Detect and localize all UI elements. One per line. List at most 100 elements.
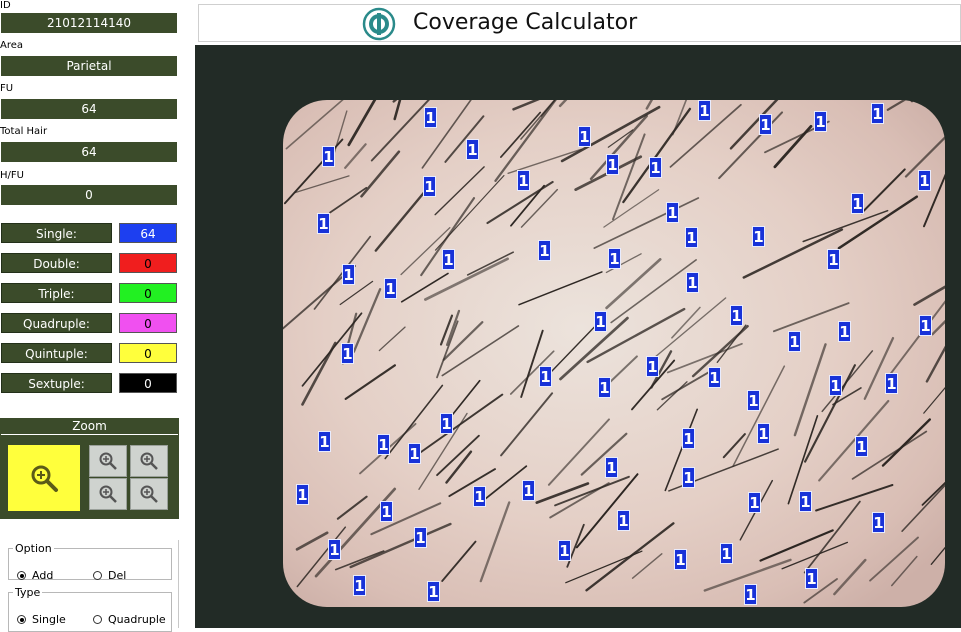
quintuple-count-label: Quintuple: [1,343,112,363]
follicle-marker[interactable]: 1 [698,100,711,121]
follicle-marker[interactable]: 1 [617,510,630,531]
follicle-marker[interactable]: 1 [440,413,453,434]
type-group: Type Single Quadruple [8,586,172,632]
follicle-marker[interactable]: 1 [423,176,436,197]
follicle-marker[interactable]: 1 [408,443,421,464]
follicle-marker[interactable]: 1 [318,431,331,452]
follicle-marker[interactable]: 1 [522,480,535,501]
follicle-marker[interactable]: 1 [606,154,619,175]
follicle-marker[interactable]: 1 [682,428,695,449]
follicle-marker[interactable]: 1 [752,226,765,247]
option-del-label: Del [108,569,127,582]
follicle-marker[interactable]: 1 [380,501,393,522]
follicle-marker[interactable]: 1 [322,146,335,167]
follicle-marker[interactable]: 1 [414,527,427,548]
title-bar: Coverage Calculator [198,4,961,42]
area-field[interactable]: Parietal [1,56,177,76]
h-fu-label: H/FU [0,170,24,181]
follicle-marker[interactable]: 1 [855,436,868,457]
follicle-marker[interactable]: 1 [685,227,698,248]
follicle-marker[interactable]: 1 [342,264,355,285]
follicle-marker[interactable]: 1 [682,467,695,488]
follicle-marker[interactable]: 1 [851,193,864,214]
follicle-marker[interactable]: 1 [686,272,699,293]
follicle-marker[interactable]: 1 [730,305,743,326]
fu-field: 64 [1,99,177,119]
follicle-marker[interactable]: 1 [759,114,772,135]
zoom-out-icon[interactable] [89,478,127,510]
follicle-marker[interactable]: 1 [871,103,884,124]
follicle-marker[interactable]: 1 [578,126,591,147]
follicle-marker[interactable]: 1 [341,343,354,364]
follicle-marker[interactable]: 1 [827,249,840,270]
follicle-marker[interactable]: 1 [666,202,679,223]
follicle-marker[interactable]: 1 [885,373,898,394]
follicle-marker[interactable]: 1 [805,568,818,589]
follicle-marker[interactable]: 1 [328,539,341,560]
radio-selected-icon [17,615,26,624]
follicle-marker[interactable]: 1 [748,492,761,513]
follicle-marker[interactable]: 1 [317,213,330,234]
follicle-marker[interactable]: 1 [829,375,842,396]
follicle-marker[interactable]: 1 [838,321,851,342]
follicle-marker[interactable]: 1 [747,390,760,411]
type-single-radio[interactable]: Single [17,613,66,626]
follicle-marker[interactable]: 1 [788,331,801,352]
magnifier-zoom-icon[interactable] [8,445,80,511]
follicle-marker[interactable]: 1 [918,170,931,191]
follicle-marker[interactable]: 1 [720,543,733,564]
follicle-marker[interactable]: 1 [473,486,486,507]
follicle-marker[interactable]: 1 [608,248,621,269]
quadruple-count-label: Quadruple: [1,313,112,333]
quadruple-count-value: 0 [119,313,177,333]
option-del-radio[interactable]: Del [93,569,126,582]
follicle-marker[interactable]: 1 [424,107,437,128]
scalp-image[interactable] [283,100,945,607]
follicle-marker[interactable]: 1 [674,549,687,570]
follicle-marker[interactable]: 1 [377,434,390,455]
follicle-marker[interactable]: 1 [799,491,812,512]
hair-strand [936,100,945,109]
zoom-title: Zoom [1,418,178,435]
option-add-radio[interactable]: Add [17,569,53,582]
follicle-marker[interactable]: 1 [538,240,551,261]
follicle-marker[interactable]: 1 [605,457,618,478]
total-hair-field: 64 [1,142,177,162]
divider [178,540,179,628]
follicle-marker[interactable]: 1 [598,377,611,398]
follicle-marker[interactable]: 1 [744,584,757,605]
follicle-marker[interactable]: 1 [594,311,607,332]
follicle-marker[interactable]: 1 [646,356,659,377]
double-count-label: Double: [1,253,112,273]
follicle-marker[interactable]: 1 [649,157,662,178]
follicle-marker[interactable]: 1 [427,581,440,602]
follicle-marker[interactable]: 1 [296,484,309,505]
type-legend: Type [15,586,41,599]
area-label: Area [0,40,24,51]
id-label: ID [0,0,11,11]
image-viewer[interactable]: 1 1 1 1 1 1 1 1 1 1 1 1 1 1 1 1 1 1 1 1 1 1 1 1 1 1 1 1 1 1 1 1 1 1 1 1 1 1 1 1… [195,45,961,628]
type-quadruple-radio[interactable]: Quadruple [93,613,166,626]
app-title: Coverage Calculator [413,10,638,35]
id-field[interactable]: 21012114140 [1,13,177,33]
follicle-marker[interactable]: 1 [384,278,397,299]
follicle-marker[interactable]: 1 [558,540,571,561]
follicle-marker[interactable]: 1 [466,139,479,160]
follicle-marker[interactable]: 1 [872,512,885,533]
zoom-in-icon[interactable] [89,445,127,477]
follicle-marker[interactable]: 1 [919,315,932,336]
option-legend: Option [15,542,52,555]
follicle-marker[interactable]: 1 [353,575,366,596]
follicle-marker[interactable]: 1 [708,367,721,388]
double-count-value: 0 [119,253,177,273]
zoom-in-icon[interactable] [130,445,168,477]
follicle-marker[interactable]: 1 [814,111,827,132]
follicle-marker[interactable]: 1 [539,366,552,387]
follicle-marker[interactable]: 1 [517,170,530,191]
triple-count-label: Triple: [1,283,112,303]
app-logo-icon [361,7,397,44]
zoom-in-icon[interactable] [130,478,168,510]
follicle-marker[interactable]: 1 [757,423,770,444]
follicle-marker[interactable]: 1 [442,249,455,270]
radio-empty-icon [93,571,102,580]
